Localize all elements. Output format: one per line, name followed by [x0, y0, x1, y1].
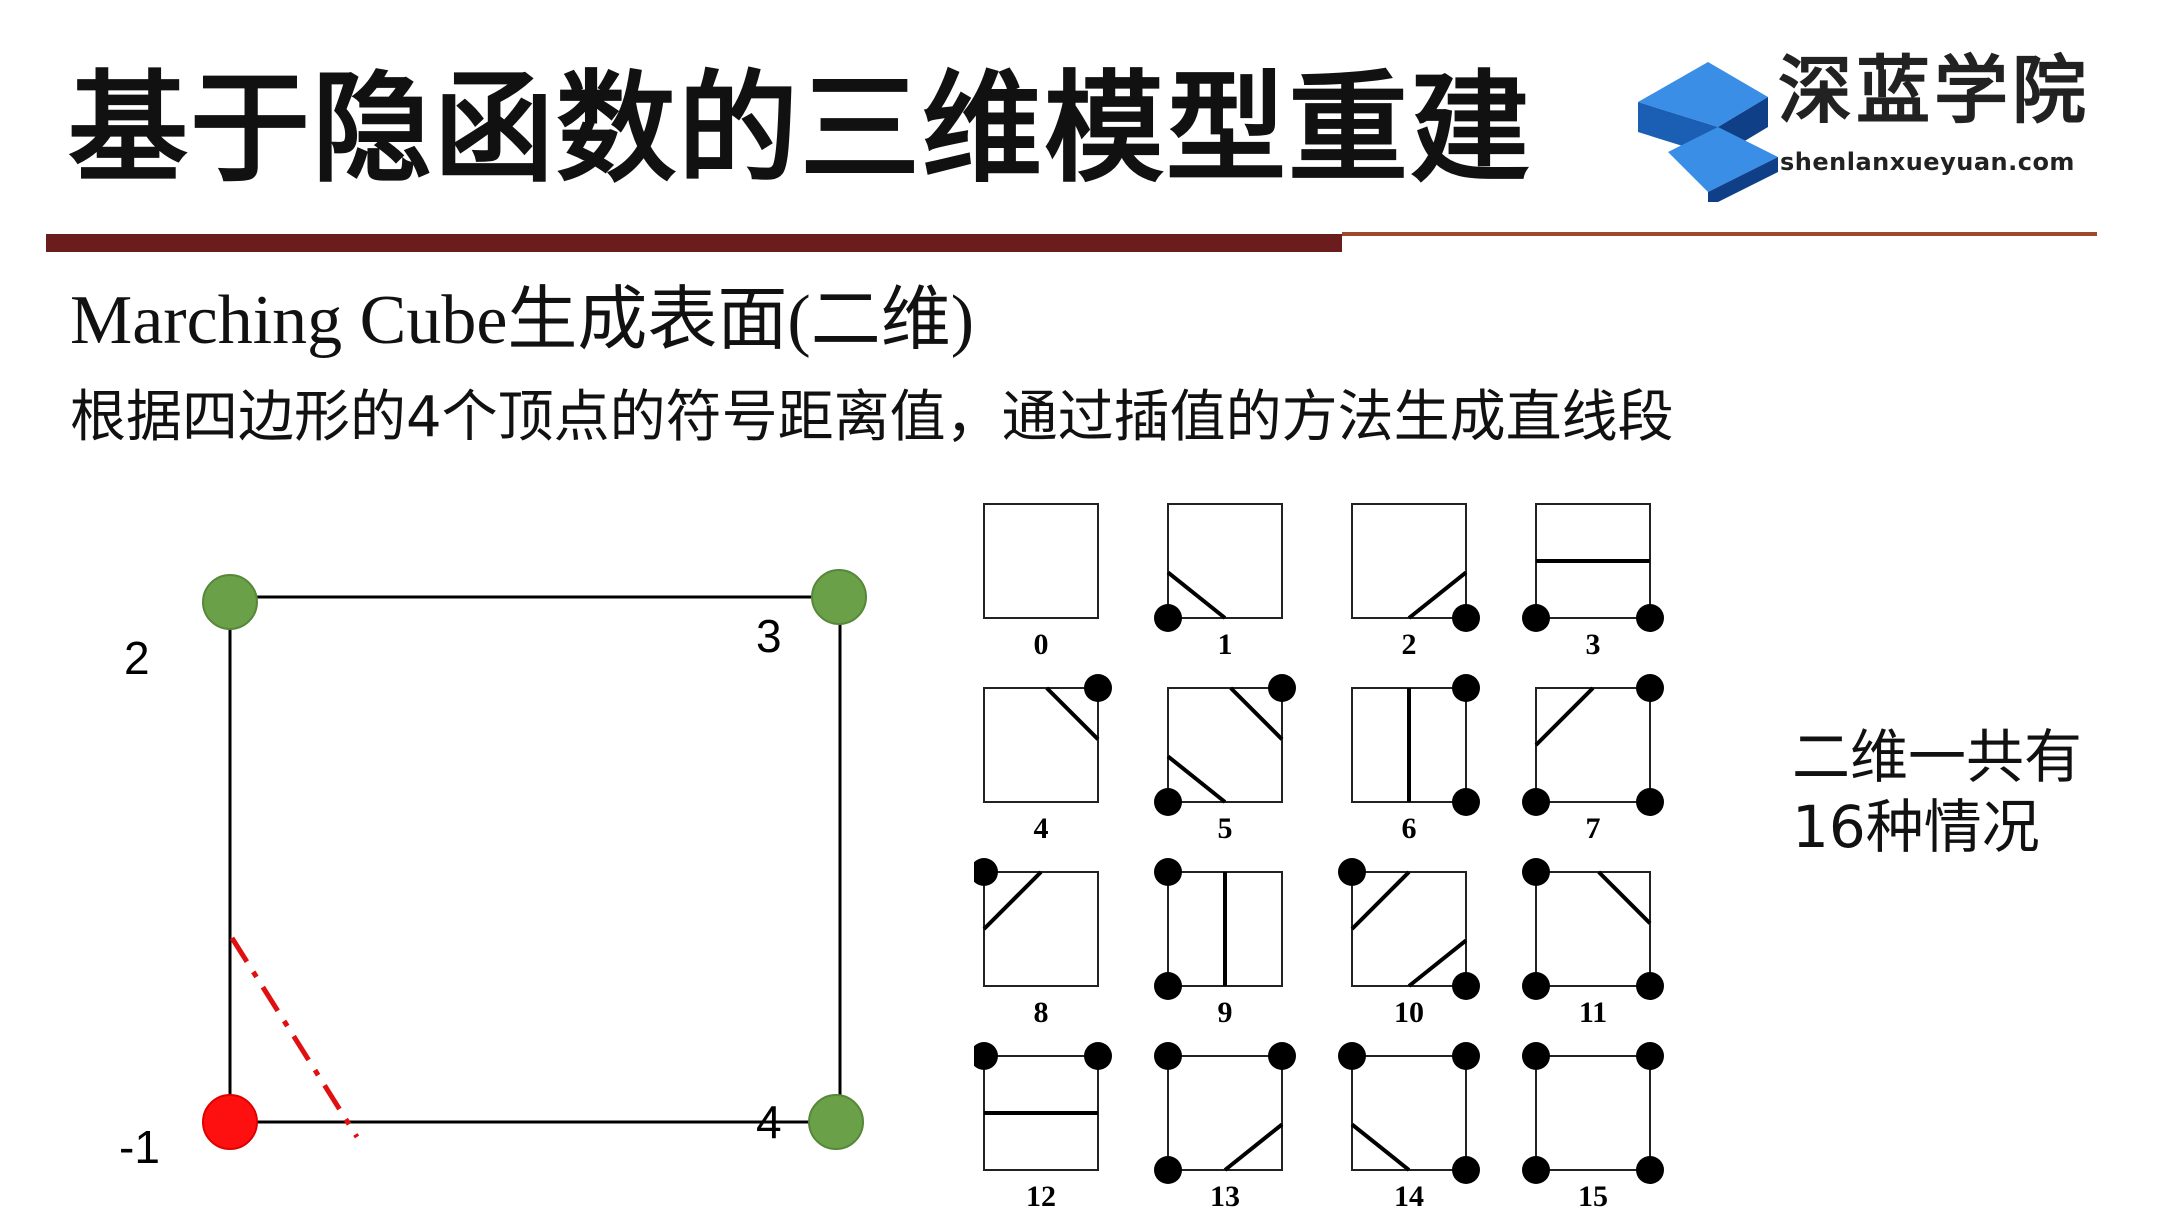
case-label: 6	[1402, 812, 1417, 845]
case-inside-vertex	[1154, 858, 1182, 886]
case-inside-vertex	[1636, 674, 1664, 702]
vertex-value-top-right: 3	[756, 610, 782, 662]
case-label: 14	[1394, 1180, 1424, 1213]
case-inside-vertex	[1084, 1042, 1112, 1070]
case-inside-vertex	[1636, 972, 1664, 1000]
vertex-bottom-left	[202, 1094, 258, 1150]
vertex-bottom-right	[808, 1094, 864, 1150]
header-divider	[46, 234, 1342, 252]
case-label: 9	[1218, 996, 1233, 1029]
case-label: 4	[1034, 812, 1049, 845]
case-label: 0	[1034, 628, 1049, 661]
case-inside-vertex	[1522, 1042, 1550, 1070]
case-label: 5	[1218, 812, 1233, 845]
note-line-2: 16种情况	[1792, 793, 2040, 861]
case-label: 12	[1026, 1180, 1056, 1213]
note-line-1: 二维一共有	[1792, 723, 2083, 791]
case-inside-vertex	[1636, 1042, 1664, 1070]
case-label: 3	[1586, 628, 1601, 661]
case-inside-vertex	[1452, 1156, 1480, 1184]
case-count-note: 二维一共有 16种情况	[1792, 722, 2082, 862]
section-subtitle: Marching Cube生成表面(二维)	[70, 282, 975, 359]
case-inside-vertex	[1636, 604, 1664, 632]
case-inside-vertex	[1522, 788, 1550, 816]
marching-squares-cases: 0 1 2 34 5 6 78 9 10 1112 13 14 15	[974, 488, 1700, 1228]
case-inside-vertex	[1452, 674, 1480, 702]
case-label: 2	[1402, 628, 1417, 661]
logo-name: 深蓝学院	[1778, 48, 2090, 134]
case-inside-vertex	[1522, 858, 1550, 886]
case-inside-vertex	[1268, 1042, 1296, 1070]
case-inside-vertex	[1154, 972, 1182, 1000]
case-inside-vertex	[1084, 674, 1112, 702]
square-outline	[228, 595, 842, 1124]
case-inside-vertex	[1154, 788, 1182, 816]
page-title: 基于隐函数的三维模型重建	[68, 60, 1532, 199]
interpolated-contour-line	[229, 936, 360, 1139]
case-label: 15	[1578, 1180, 1608, 1213]
vertex-value-bottom-right: 4	[756, 1096, 782, 1148]
case-inside-vertex	[1452, 1042, 1480, 1070]
case-label: 8	[1034, 996, 1049, 1029]
case-inside-vertex	[1636, 788, 1664, 816]
case-label: 11	[1579, 996, 1607, 1029]
case-inside-vertex	[1452, 604, 1480, 632]
case-label: 1	[1218, 628, 1233, 661]
case-inside-vertex	[1338, 1042, 1366, 1070]
vertex-top-left	[202, 574, 258, 630]
case-inside-vertex	[1452, 788, 1480, 816]
vertex-top-right	[811, 569, 867, 625]
case-inside-vertex	[1154, 1156, 1182, 1184]
case-label: 7	[1586, 812, 1601, 845]
case-inside-vertex	[1636, 1156, 1664, 1184]
section-description: 根据四边形的4个顶点的符号距离值，通过插值的方法生成直线段	[70, 385, 1674, 450]
case-inside-vertex	[1522, 604, 1550, 632]
case-inside-vertex	[1338, 858, 1366, 886]
case-inside-vertex	[1522, 972, 1550, 1000]
case-inside-vertex	[1452, 972, 1480, 1000]
case-label: 10	[1394, 996, 1424, 1029]
vertex-value-bottom-left: -1	[119, 1121, 160, 1173]
case-label: 13	[1210, 1180, 1240, 1213]
case-inside-vertex	[1522, 1156, 1550, 1184]
header-divider-thin	[1342, 232, 2097, 236]
case-inside-vertex	[1154, 604, 1182, 632]
case-inside-vertex	[1154, 1042, 1182, 1070]
logo-url: shenlanxueyuan.com	[1780, 148, 2075, 176]
vertex-value-top-left: 2	[124, 632, 150, 684]
case-inside-vertex	[1268, 674, 1296, 702]
